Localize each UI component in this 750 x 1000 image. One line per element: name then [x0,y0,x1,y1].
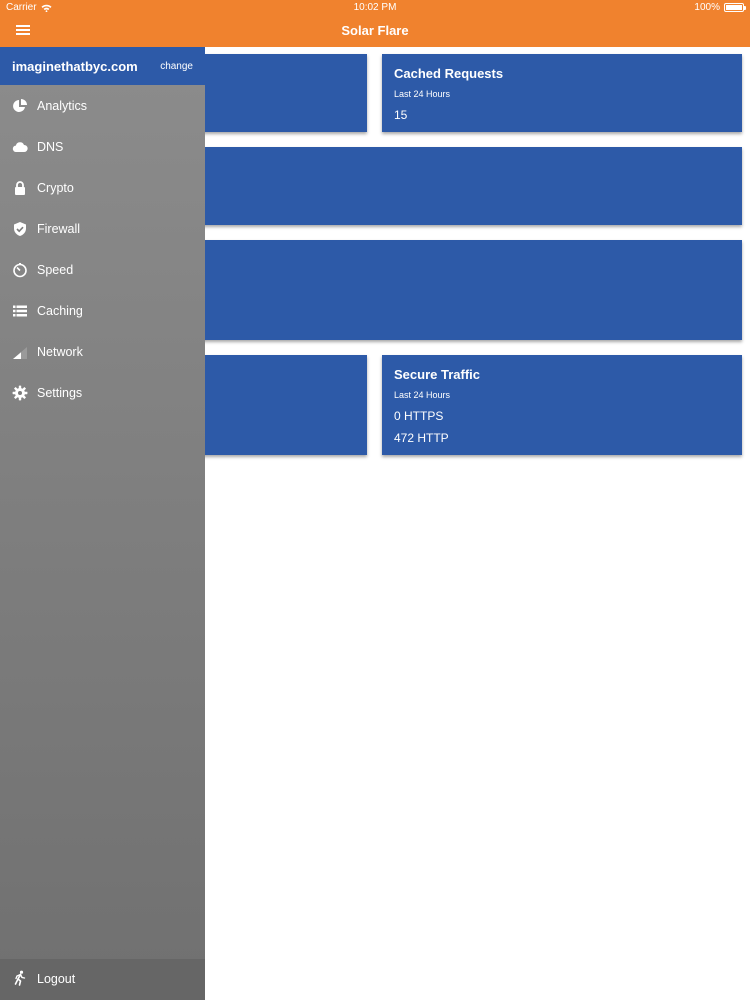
list-icon [13,305,27,317]
cloud-icon [12,142,28,153]
card-title: Cached Requests [394,66,504,81]
status-time: 10:02 PM [353,2,397,13]
battery-percent: 100% [694,2,720,13]
nav-label: DNS [37,140,64,154]
drawer-header: imaginethatbyc.com change [0,47,205,85]
card-cached-requests[interactable]: Cached Requests Last 24 Hours 15 [382,54,742,132]
running-person-icon [14,970,26,986]
nav-label: Settings [37,386,83,400]
signal-icon [13,347,27,359]
page-title: Solar Flare [341,23,409,38]
gear-icon [12,385,28,401]
logout-button[interactable]: Logout [0,959,205,1000]
cached-requests-value: 15 [394,108,408,122]
change-domain-button[interactable]: change [160,61,193,72]
nav-item-caching[interactable]: Caching [0,291,205,332]
nav-label: Caching [37,304,83,318]
nav-item-settings[interactable]: Settings [0,373,205,414]
pie-chart-icon [13,99,27,112]
nav-label: Speed [37,263,74,277]
nav-label: Firewall [37,222,81,236]
lock-icon [15,181,25,195]
speedometer-icon [13,263,27,278]
nav-item-firewall[interactable]: Firewall [0,209,205,250]
nav-item-speed[interactable]: Speed [0,250,205,291]
card-title: Secure Traffic [394,367,480,382]
nav-label: Crypto [37,181,74,195]
http-count: 472 HTTP [394,431,449,445]
nav-item-analytics[interactable]: Analytics [0,86,205,127]
logout-label: Logout [37,972,76,986]
nav-item-network[interactable]: Network [0,332,205,373]
shield-icon [14,222,26,236]
nav-item-crypto[interactable]: Crypto [0,168,205,209]
status-battery: 100% [694,2,746,13]
card-period: Last 24 Hours [394,390,451,400]
side-drawer: imaginethatbyc.com change Analytics DNS … [0,47,205,1000]
domain-name: imaginethatbyc.com [12,59,138,74]
nav-item-dns[interactable]: DNS [0,127,205,168]
top-bar: Carrier 10:02 PM 100% Solar Flare [0,0,750,47]
card-period: Last 24 Hours [394,89,451,99]
card-secure-traffic[interactable]: Secure Traffic Last 24 Hours 0 HTTPS 472… [382,355,742,455]
battery-icon [724,3,746,12]
nav-label: Network [37,345,83,359]
nav-label: Analytics [37,99,88,113]
https-count: 0 HTTPS [394,409,444,423]
